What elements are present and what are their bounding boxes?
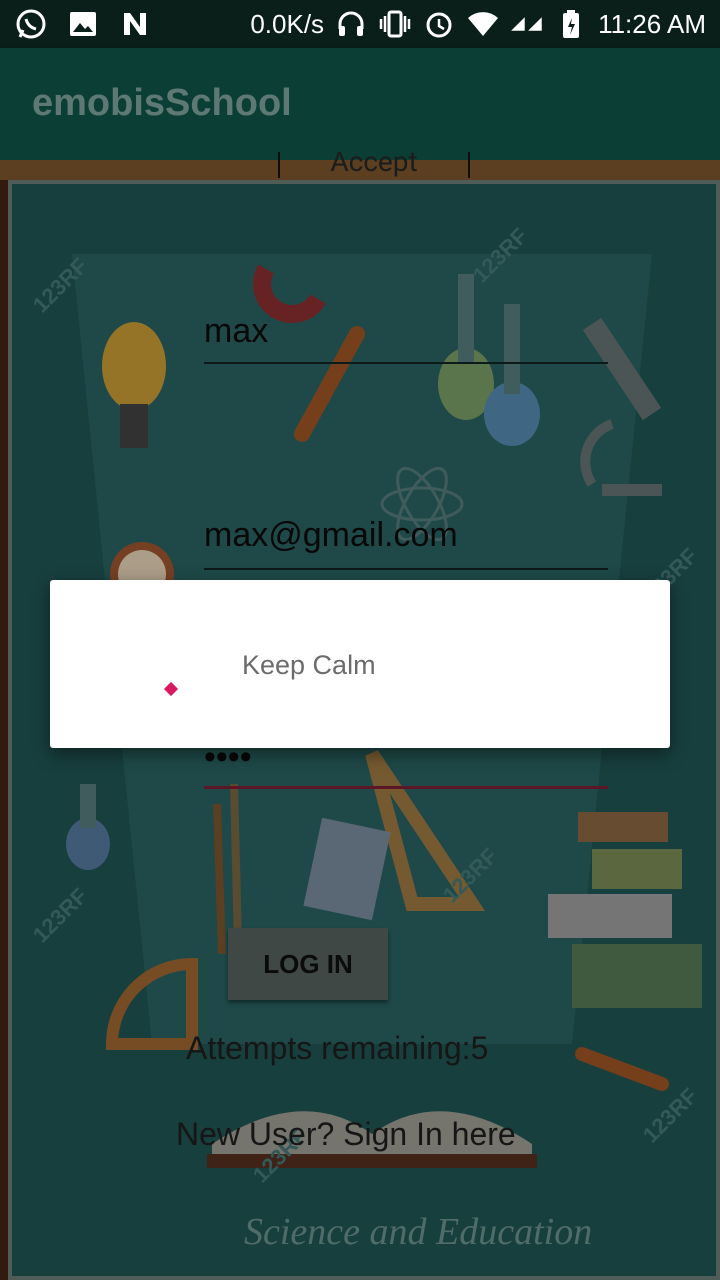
accept-button[interactable]: Accept <box>278 152 470 178</box>
wifi-icon <box>466 7 500 41</box>
attempts-remaining: Attempts remaining:5 <box>186 1030 489 1066</box>
alarm-icon <box>422 7 456 41</box>
net-speed: 0.0K/s <box>250 8 325 39</box>
pencil-right-icon <box>575 1047 669 1091</box>
login-button[interactable]: LOG IN <box>228 928 388 1000</box>
vibrate-icon <box>378 7 412 41</box>
app-title: emobisSchool <box>32 82 292 124</box>
n-icon <box>118 7 152 41</box>
signal-icon <box>510 7 544 41</box>
svg-text:123RF: 123RF <box>638 1083 702 1147</box>
battery-icon <box>554 7 588 41</box>
status-bar: 0.0K/s 11:26 AM <box>0 0 720 48</box>
whatsapp-icon <box>14 7 48 41</box>
illustration-caption: Science and Education <box>244 1211 592 1253</box>
svg-text:123RF: 123RF <box>28 883 92 947</box>
brush-icon <box>213 803 226 955</box>
headphones-icon <box>334 7 368 41</box>
app-toolbar: emobisSchool <box>0 48 720 160</box>
dialog-message: Keep Calm <box>242 650 376 680</box>
flask-left-icon <box>66 784 110 870</box>
clock: 11:26 AM <box>598 8 706 39</box>
image-icon <box>66 7 100 41</box>
signup-link[interactable]: New User? Sign In here <box>176 1116 516 1153</box>
name-field[interactable]: max <box>204 312 608 364</box>
email-field[interactable]: max@gmail.com <box>204 516 608 570</box>
